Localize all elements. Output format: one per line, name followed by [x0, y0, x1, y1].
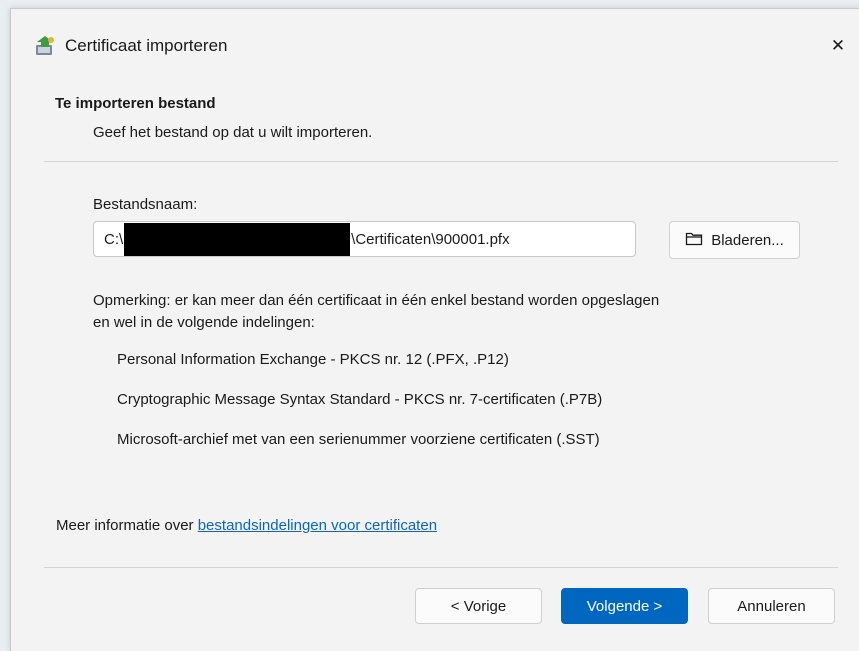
- certificate-import-icon: [33, 35, 57, 57]
- format-item-p7b: Cryptographic Message Syntax Standard - …: [117, 391, 603, 408]
- more-info-prefix: Meer informatie over: [56, 517, 198, 534]
- format-note-line2: en wel in de volgende indelingen:: [93, 314, 315, 331]
- cancel-button[interactable]: Annuleren: [708, 588, 835, 624]
- header-divider: [44, 161, 838, 162]
- filename-value-prefix: C:\: [104, 230, 124, 248]
- section-description: Geef het bestand op dat u wilt importere…: [93, 124, 373, 141]
- certificate-import-dialog: Certificaat importeren ✕ Te importeren b…: [10, 8, 859, 651]
- more-info: Meer informatie over bestandsindelingen …: [56, 517, 437, 534]
- format-item-pfx: Personal Information Exchange - PKCS nr.…: [117, 351, 509, 368]
- next-button[interactable]: Volgende >: [561, 588, 688, 624]
- title-bar: Certificaat importeren ✕: [11, 9, 859, 81]
- filename-value-suffix: \Certificaten\900001.pfx: [351, 230, 510, 248]
- back-button[interactable]: < Vorige: [415, 588, 542, 624]
- browse-button-label: Bladeren...: [711, 231, 784, 249]
- close-button[interactable]: ✕: [816, 29, 859, 63]
- file-formats-link[interactable]: bestandsindelingen voor certificaten: [198, 517, 437, 534]
- window-title: Certificaat importeren: [65, 36, 228, 55]
- format-note-line1: Opmerking: er kan meer dan één certifica…: [93, 292, 660, 309]
- browse-button[interactable]: Bladeren...: [669, 221, 800, 259]
- folder-icon: [685, 231, 711, 250]
- filename-input[interactable]: C:\ \Certificaten\900001.pfx: [93, 221, 636, 257]
- filename-label: Bestandsnaam:: [93, 196, 198, 213]
- redacted-path: [124, 222, 351, 256]
- close-icon: ✕: [830, 36, 846, 55]
- format-item-sst: Microsoft-archief met van een serienumme…: [117, 431, 600, 448]
- section-title: Te importeren bestand: [55, 95, 216, 112]
- format-note: Opmerking: er kan meer dan één certifica…: [93, 290, 733, 334]
- footer-divider: [44, 567, 838, 568]
